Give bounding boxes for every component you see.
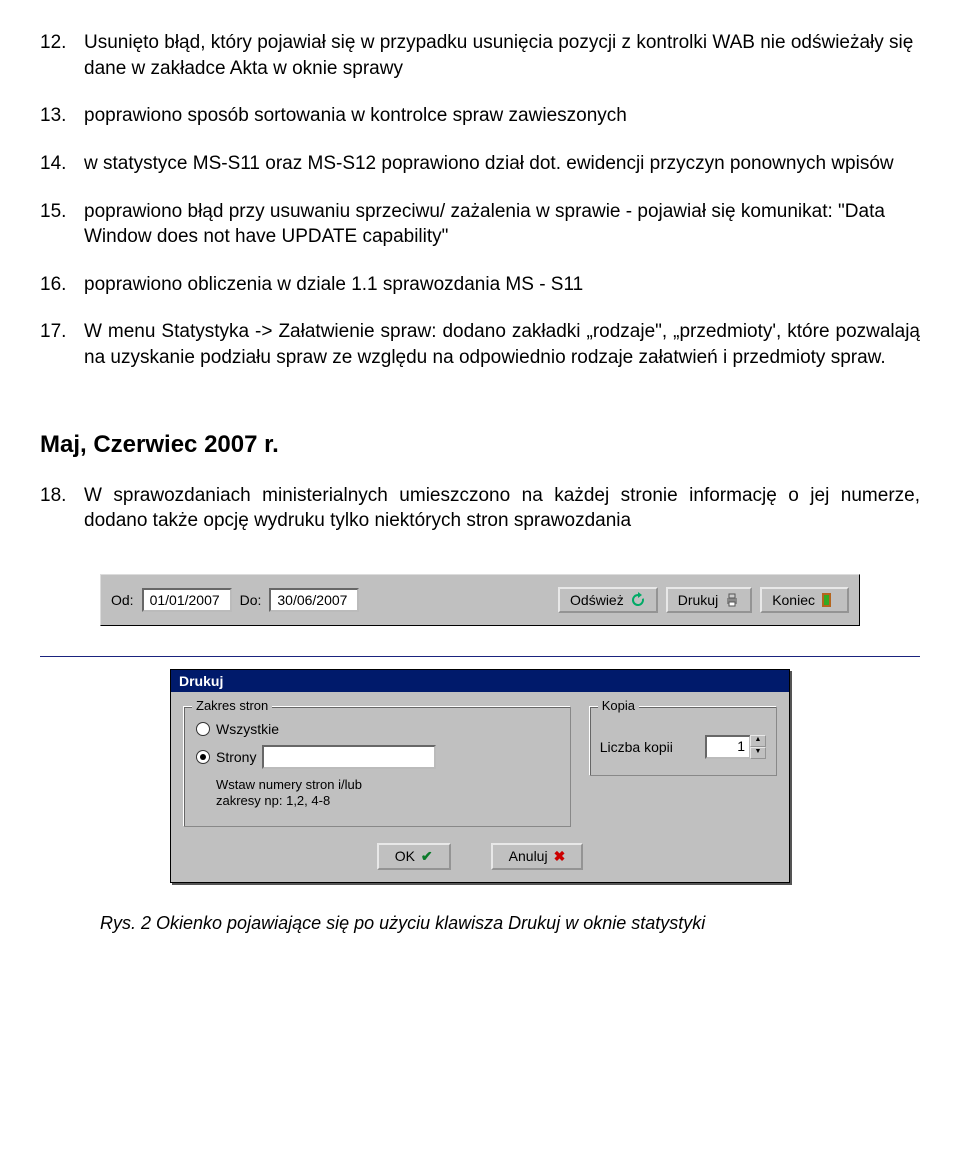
- pages-hint-1: Wstaw numery stron i/lub: [216, 777, 560, 793]
- ok-button-label: OK: [395, 848, 415, 864]
- stats-toolbar: Od: 01/01/2007 Do: 30/06/2007 Odśwież Dr…: [100, 574, 860, 626]
- cancel-button-label: Anuluj: [509, 848, 548, 864]
- radio-pages-label: Strony: [216, 749, 256, 765]
- pages-input[interactable]: [262, 745, 436, 769]
- group-kopia: Kopia Liczba kopii 1 ▲ ▼: [589, 706, 777, 776]
- copies-spinner[interactable]: 1 ▲ ▼: [705, 735, 766, 759]
- zakres-legend: Zakres stron: [192, 698, 272, 713]
- pages-hint-2: zakresy np: 1,2, 4-8: [216, 793, 560, 809]
- radio-all-row[interactable]: Wszystkie: [196, 721, 560, 737]
- divider: [40, 656, 920, 657]
- list-item-number: 13.: [40, 103, 84, 129]
- group-zakres-stron: Zakres stron Wszystkie Strony Wstaw nume…: [183, 706, 571, 827]
- cancel-button[interactable]: Anuluj ✖: [491, 843, 584, 870]
- list-item: 18.W sprawozdaniach ministerialnych umie…: [40, 483, 920, 534]
- list-item-number: 16.: [40, 272, 84, 298]
- spinner-up-icon[interactable]: ▲: [750, 735, 766, 747]
- close-button[interactable]: Koniec: [760, 587, 849, 613]
- list-item: 15.poprawiono błąd przy usuwaniu sprzeci…: [40, 199, 920, 250]
- spinner-down-icon[interactable]: ▼: [750, 747, 766, 759]
- copies-input[interactable]: 1: [705, 735, 751, 759]
- list-item-text: w statystyce MS-S11 oraz MS-S12 poprawio…: [84, 151, 920, 177]
- figure-caption: Rys. 2 Okienko pojawiające się po użyciu…: [100, 913, 880, 934]
- print-dialog: Drukuj Zakres stron Wszystkie Strony Wst…: [170, 669, 790, 883]
- exit-icon: [821, 592, 837, 608]
- dialog-title: Drukuj: [171, 670, 789, 692]
- list-item-number: 18.: [40, 483, 84, 509]
- list-item-text: poprawiono obliczenia w dziale 1.1 spraw…: [84, 272, 920, 298]
- list-item: 12.Usunięto błąd, który pojawiał się w p…: [40, 30, 920, 81]
- refresh-icon: [630, 592, 646, 608]
- list-18: 18.W sprawozdaniach ministerialnych umie…: [40, 483, 920, 534]
- cancel-icon: ✖: [554, 848, 566, 865]
- refresh-button[interactable]: Odśwież: [558, 587, 658, 613]
- list-item-text: W menu Statystyka -> Załatwienie spraw: …: [84, 319, 920, 370]
- refresh-button-label: Odśwież: [570, 592, 624, 608]
- radio-pages-row[interactable]: Strony: [196, 745, 560, 769]
- ok-button[interactable]: OK ✔: [377, 843, 451, 870]
- radio-all-label: Wszystkie: [216, 721, 279, 737]
- liczba-kopii-label: Liczba kopii: [600, 739, 673, 755]
- od-input[interactable]: 01/01/2007: [142, 588, 232, 612]
- printer-icon: [724, 592, 740, 608]
- list-12-17: 12.Usunięto błąd, który pojawiał się w p…: [40, 30, 920, 371]
- print-button[interactable]: Drukuj: [666, 587, 752, 613]
- do-label: Do:: [240, 592, 262, 608]
- list-item: 13.poprawiono sposób sortowania w kontro…: [40, 103, 920, 129]
- close-button-label: Koniec: [772, 592, 815, 608]
- od-label: Od:: [111, 592, 134, 608]
- list-item-text: W sprawozdaniach ministerialnych umieszc…: [84, 483, 920, 534]
- list-item-number: 12.: [40, 30, 84, 56]
- list-item-text: poprawiono błąd przy usuwaniu sprzeciwu/…: [84, 199, 920, 250]
- list-item: 14.w statystyce MS-S11 oraz MS-S12 popra…: [40, 151, 920, 177]
- list-item-text: poprawiono sposób sortowania w kontrolce…: [84, 103, 920, 129]
- list-item-number: 17.: [40, 319, 84, 345]
- list-item: 16.poprawiono obliczenia w dziale 1.1 sp…: [40, 272, 920, 298]
- list-item-number: 15.: [40, 199, 84, 225]
- kopia-legend: Kopia: [598, 698, 639, 713]
- list-item-text: Usunięto błąd, który pojawiał się w przy…: [84, 30, 920, 81]
- section-heading: Maj, Czerwiec 2007 r.: [40, 431, 920, 459]
- radio-all[interactable]: [196, 722, 210, 736]
- radio-pages[interactable]: [196, 750, 210, 764]
- do-input[interactable]: 30/06/2007: [269, 588, 359, 612]
- check-icon: ✔: [421, 848, 433, 865]
- list-item-number: 14.: [40, 151, 84, 177]
- print-button-label: Drukuj: [678, 592, 718, 608]
- list-item: 17.W menu Statystyka -> Załatwienie spra…: [40, 319, 920, 370]
